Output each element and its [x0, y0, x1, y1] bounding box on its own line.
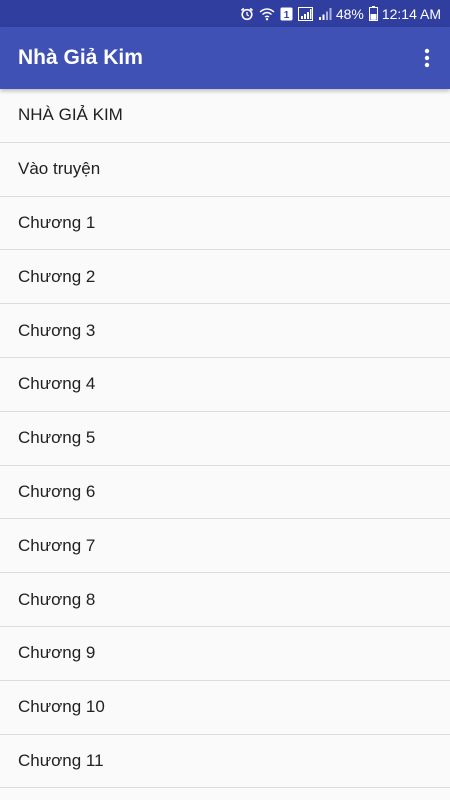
list-item[interactable]: Chương 5 — [0, 412, 450, 466]
list-item[interactable]: Chương 7 — [0, 519, 450, 574]
list-item[interactable]: Chương 8 — [0, 573, 450, 627]
list-item[interactable]: Chương 2 — [0, 250, 450, 305]
app-title: Nhà Giả Kim — [18, 46, 143, 69]
list-item[interactable]: Chương 10 — [0, 681, 450, 735]
app-bar: Nhà Giả Kim — [0, 27, 450, 89]
sim-1-label: 1 — [284, 10, 290, 21]
list-item[interactable]: NHÀ GIẢ KIM — [0, 89, 450, 143]
list-item[interactable]: Chương 6 — [0, 466, 450, 520]
sim-1-icon: 1 — [280, 7, 293, 21]
list-item[interactable]: Chương 9 — [0, 627, 450, 681]
alarm-icon — [240, 7, 254, 21]
list-item[interactable]: Chương 4 — [0, 358, 450, 412]
wifi-icon — [259, 7, 275, 21]
more-vert-icon — [424, 48, 430, 68]
list-item[interactable]: Chương 11 — [0, 735, 450, 789]
list-item[interactable]: Chương 3 — [0, 304, 450, 358]
list-item[interactable]: Vào truyện — [0, 143, 450, 197]
signal-icon — [318, 7, 332, 21]
chapter-list: NHÀ GIẢ KIM Vào truyện Chương 1 Chương 2… — [0, 89, 450, 789]
battery-percentage: 48% — [335, 5, 364, 22]
list-item[interactable]: Chương 1 — [0, 197, 450, 251]
clock: 12:14 AM — [381, 5, 441, 22]
battery-icon — [368, 6, 378, 21]
status-bar: 1 48% 12:14 AM — [0, 0, 450, 27]
signal-icon — [297, 6, 313, 21]
more-options-button[interactable] — [412, 38, 442, 78]
